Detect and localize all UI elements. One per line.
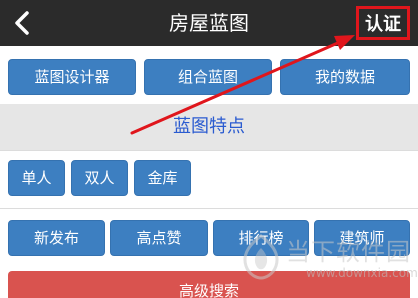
tag-double-button[interactable]: 双人 bbox=[71, 160, 128, 196]
divider bbox=[0, 150, 418, 151]
blueprint-designer-button[interactable]: 蓝图设计器 bbox=[8, 59, 136, 95]
advanced-search-button[interactable]: 高级搜索 bbox=[8, 271, 410, 298]
architect-button[interactable]: 建筑师 bbox=[314, 220, 410, 256]
ranking-button[interactable]: 排行榜 bbox=[213, 220, 309, 256]
combined-blueprint-button[interactable]: 组合蓝图 bbox=[144, 59, 272, 95]
back-button[interactable] bbox=[8, 6, 38, 40]
divider bbox=[0, 208, 418, 209]
top-liked-button[interactable]: 高点赞 bbox=[110, 220, 208, 256]
app-screen: 房屋蓝图 认证 蓝图设计器 组合蓝图 我的数据 蓝图特点 单人 双人 金库 新发… bbox=[0, 0, 418, 298]
top-bar: 房屋蓝图 认证 bbox=[0, 0, 418, 46]
new-release-button[interactable]: 新发布 bbox=[8, 220, 105, 256]
auth-button[interactable]: 认证 bbox=[356, 6, 410, 40]
features-title: 蓝图特点 bbox=[173, 116, 245, 137]
chevron-left-icon bbox=[15, 11, 29, 35]
tag-vault-button[interactable]: 金库 bbox=[134, 160, 191, 196]
my-data-button[interactable]: 我的数据 bbox=[280, 59, 410, 95]
tag-single-button[interactable]: 单人 bbox=[8, 160, 65, 196]
